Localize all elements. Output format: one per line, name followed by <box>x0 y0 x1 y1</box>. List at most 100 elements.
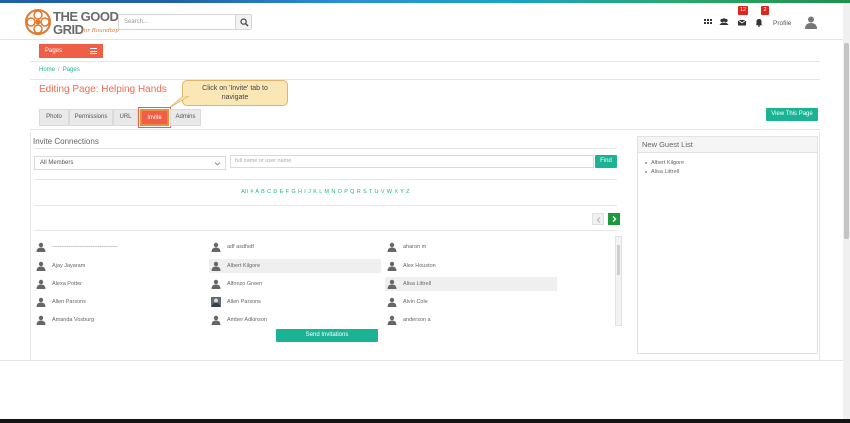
bell-icon[interactable] <box>754 17 764 27</box>
member-name: Alfonzo Green <box>227 281 263 287</box>
guest-list-item[interactable]: Albert Kilgore <box>645 160 684 166</box>
user-photo-icon <box>211 297 221 307</box>
list-item[interactable]: adf asdfsdf <box>209 240 381 254</box>
member-name: Alex Houston <box>403 263 436 269</box>
divider <box>30 61 820 62</box>
user-icon <box>387 315 397 325</box>
tab-photo[interactable]: Photo <box>39 109 69 126</box>
page-title: Editing Page: Helping Hands <box>39 84 167 95</box>
user-icon <box>387 297 397 307</box>
list-item[interactable]: aharon m <box>385 240 557 254</box>
list-item[interactable]: anderson a <box>385 313 557 325</box>
view-page-button[interactable]: View This Page <box>766 108 818 121</box>
users-icon[interactable] <box>719 17 729 27</box>
list-item[interactable]: Amanda Vosburg <box>34 313 204 325</box>
list-item[interactable]: ------------------------------------ <box>34 240 204 254</box>
user-icon <box>211 315 221 325</box>
previous-page-button[interactable] <box>592 213 604 225</box>
tab-permissions[interactable]: Permissions <box>69 109 113 126</box>
profile-link[interactable]: Profile <box>773 20 791 27</box>
list-item[interactable]: Alfonzo Green <box>209 277 381 291</box>
member-name: Albert Kilgore <box>227 263 261 269</box>
page-scrollbar[interactable] <box>843 3 850 419</box>
user-icon <box>211 261 221 271</box>
page-scrollbar-thumb[interactable] <box>844 43 849 239</box>
list-item[interactable]: Alexa Potter <box>34 277 204 291</box>
guest-list-item[interactable]: Alisa Littrell <box>645 169 679 175</box>
member-name: Amber Adkinson <box>227 317 268 323</box>
list-item[interactable]: Ajay Jayaram <box>34 259 204 273</box>
list-item-selected[interactable]: Albert Kilgore <box>209 259 381 273</box>
tutorial-callout: Click on 'Invite' tab to navigate <box>182 80 288 106</box>
list-item[interactable]: Alvin Cole <box>385 295 557 309</box>
breadcrumb-pages[interactable]: Pages <box>63 67 80 73</box>
list-item-selected[interactable]: Alisa Littrell <box>385 277 557 291</box>
breadcrumb-home[interactable]: Home <box>39 67 55 73</box>
site-header: THE GOOD GRID for Roundtop Search... 12 … <box>0 3 850 40</box>
divider <box>30 79 820 80</box>
user-icon <box>211 279 221 289</box>
send-invitations-button[interactable]: Send Invitations <box>276 329 378 342</box>
search-button[interactable] <box>235 14 252 30</box>
user-icon <box>36 279 46 289</box>
pages-menu-bar[interactable]: Pages <box>39 44 103 58</box>
tab-admins[interactable]: Admins <box>170 109 201 126</box>
list-item[interactable]: Alex Houston <box>385 259 557 273</box>
member-name: ------------------------------------ <box>52 244 118 250</box>
member-name: Alisa Littrell <box>403 281 432 287</box>
user-icon <box>36 261 46 271</box>
breadcrumb-separator: / <box>58 67 60 73</box>
chevron-right-icon <box>612 216 617 222</box>
member-name: Alexa Potter <box>52 281 82 287</box>
user-icon <box>36 297 46 307</box>
apps-grid-icon[interactable] <box>703 17 713 27</box>
members-filter-value: All Members <box>40 160 74 166</box>
avatar[interactable] <box>804 15 818 29</box>
callout-pointer <box>168 96 190 109</box>
guest-name: Albert Kilgore <box>651 160 685 166</box>
member-name: Amanda Vosburg <box>52 317 95 323</box>
envelope-icon[interactable] <box>737 17 747 27</box>
divider <box>34 230 617 231</box>
list-item[interactable]: Allen Parsons <box>209 295 381 309</box>
user-icon <box>387 242 397 252</box>
member-name: Alvin Cole <box>403 299 428 305</box>
search-input[interactable]: Search... <box>118 14 236 30</box>
user-icon <box>387 261 397 271</box>
chevron-down-icon <box>214 162 221 166</box>
guest-list-title: New Guest List <box>638 137 817 153</box>
find-button[interactable]: Find <box>595 155 617 168</box>
member-name: anderson a <box>403 317 431 323</box>
divider <box>34 179 617 180</box>
divider <box>30 129 820 130</box>
alphabet-filter[interactable]: All # A B C D E F G H I J K L M N O P Q … <box>34 189 617 195</box>
list-item[interactable]: Amber Adkinson <box>209 313 381 325</box>
guest-list-panel: New Guest List Albert Kilgore Alisa Litt… <box>637 136 818 354</box>
name-search-field[interactable]: full name or user name <box>230 155 594 168</box>
tab-invite[interactable]: Invite <box>138 107 171 128</box>
member-name: Ajay Jayaram <box>52 263 86 269</box>
search-icon <box>240 18 249 27</box>
list-item[interactable]: Allen Parsons <box>34 295 204 309</box>
divider <box>0 360 850 361</box>
user-icon <box>36 315 46 325</box>
breadcrumb: Home / Pages <box>39 67 80 73</box>
tab-url[interactable]: URL <box>113 109 138 126</box>
guest-name: Alisa Littrell <box>651 169 680 175</box>
scrollbar-thumb[interactable] <box>617 245 620 275</box>
notifications-count-badge: 2 <box>761 6 769 15</box>
member-list-scrollbar[interactable] <box>615 236 622 326</box>
chevron-left-icon <box>596 217 601 223</box>
bottom-bar <box>0 419 850 423</box>
brand-tagline: for Roundtop <box>82 28 119 34</box>
invite-connections-heading: Invite Connections <box>33 137 99 146</box>
next-page-button[interactable] <box>608 213 620 225</box>
members-filter-select[interactable]: All Members <box>34 156 226 170</box>
callout-line1: Click on 'Invite' tab to <box>202 85 268 92</box>
member-name: aharon m <box>403 244 427 250</box>
member-name: Allen Parsons <box>52 299 86 305</box>
messages-count-badge: 12 <box>738 6 749 15</box>
member-name: Allen Parsons <box>227 299 261 305</box>
hamburger-menu-icon[interactable] <box>90 48 97 54</box>
flower-logo-icon <box>25 9 51 35</box>
